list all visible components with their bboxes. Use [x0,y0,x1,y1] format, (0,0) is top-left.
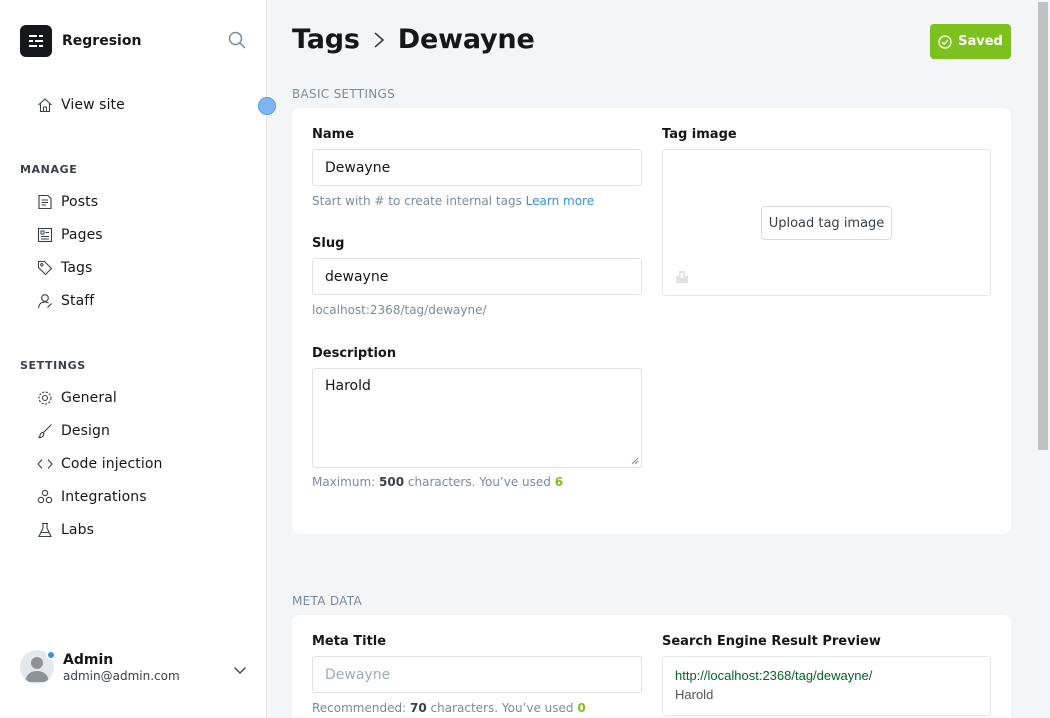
meta-hint-mid: characters. You’ve used [430,701,574,715]
tag-icon [36,259,54,277]
brand-name: Regresion [62,33,142,49]
pages-icon [36,226,54,244]
serp-url: http://localhost:2368/tag/dewayne/ [675,668,873,683]
name-label: Name [312,127,355,142]
slug-url: localhost:2368/tag/dewayne/ [312,303,487,317]
desc-used-count: 6 [554,475,564,489]
description-label: Description [312,346,397,361]
user-name: Admin [63,651,114,668]
posts-icon [36,193,54,211]
check-circle-icon [938,34,952,49]
sidebar-item-integrations[interactable]: Integrations [36,488,147,506]
sidebar-item-label: Tags [61,260,93,276]
serp-description: Harold [675,687,714,702]
meta-data-label: META DATA [292,594,362,608]
sidebar-item-label: Labs [61,522,94,538]
description-value: Harold [325,378,371,394]
sidebar-item-label: View site [61,97,125,113]
brush-icon [36,422,54,440]
meta-hint-prefix: Recommended: [312,701,407,715]
chevron-right-icon [372,31,386,49]
save-button-label: Saved [958,34,1003,49]
name-input[interactable]: Dewayne [312,149,642,186]
flask-icon [36,521,54,539]
sidebar-item-design[interactable]: Design [36,422,110,440]
tag-image-label: Tag image [662,127,737,142]
breadcrumb-tags-link[interactable]: Tags [292,24,360,55]
sidebar-item-labs[interactable]: Labs [36,521,94,539]
save-button[interactable]: Saved [930,24,1011,59]
sidebar-item-general[interactable]: General [36,389,117,407]
meta-title-label: Meta Title [312,634,387,649]
upload-tag-image-button[interactable]: Upload tag image [761,206,892,240]
sidebar-item-pages[interactable]: Pages [36,226,103,244]
sidebar-item-label: Code injection [61,456,163,472]
sidebar-item-label: Pages [61,227,103,243]
sidebar-item-label: Staff [61,293,95,309]
brand-logo-icon [20,25,52,57]
desc-hint-prefix: Maximum: [312,475,376,489]
tag-image-dropzone[interactable]: Upload tag image [662,149,991,296]
scrollbar[interactable] [1036,0,1050,718]
sidebar-item-label: Posts [61,194,99,210]
home-icon [36,96,54,114]
description-hint: Maximum: 500 characters. You’ve used 6 [312,475,563,489]
main-content: Tags Dewayne Saved BASIC SETTINGS Name D… [268,0,1036,718]
sidebar-item-label: Design [61,423,110,439]
sidebar-item-code-injection[interactable]: Code injection [36,455,162,473]
staff-icon [36,292,54,310]
sidebar-item-tags[interactable]: Tags [36,259,92,277]
notification-dot [46,650,56,660]
scrollbar-thumb[interactable] [1038,2,1048,450]
sidebar-item-staff[interactable]: Staff [36,292,94,310]
meta-used-count: 0 [577,701,586,715]
page-title: Dewayne [397,24,535,55]
serp-preview: http://localhost:2368/tag/dewayne/ Harol… [662,656,991,716]
resize-handle-icon[interactable] [631,457,639,465]
search-icon[interactable] [228,31,248,51]
desc-max: 500 [379,475,405,489]
meta-title-input[interactable]: Dewayne [312,656,642,693]
sidebar-item-posts[interactable]: Posts [36,193,98,211]
meta-max: 70 [409,701,427,715]
breadcrumb: Tags Dewayne [292,24,535,55]
sidebar-item-label: General [61,390,117,406]
serp-preview-label: Search Engine Result Preview [662,634,881,649]
sidebar: Regresion View site MANAGE Posts Pages T… [0,0,276,718]
slug-input[interactable]: dewayne [312,258,642,295]
meta-title-hint: Recommended: 70 characters. You’ve used … [312,701,586,715]
learn-more-link[interactable]: Learn more [526,194,594,208]
integrations-icon [36,488,54,506]
basic-settings-label: BASIC SETTINGS [292,87,396,101]
meta-data-card: Meta Title Dewayne Recommended: 70 chara… [292,615,1011,718]
gear-icon [36,389,54,407]
chevron-down-icon[interactable] [233,662,247,676]
user-menu[interactable]: Admin admin@admin.com [20,650,250,684]
name-hint: Start with # to create internal tags Lea… [312,194,594,208]
code-icon [36,455,54,473]
manage-section-label: MANAGE [20,163,78,176]
basic-settings-card: Name Dewayne Start with # to create inte… [292,108,1011,534]
description-textarea[interactable]: Harold [312,368,642,468]
image-icon [676,271,688,283]
name-hint-text: Start with # to create internal tags [312,194,522,208]
slug-label: Slug [312,236,345,251]
user-email: admin@admin.com [63,668,180,683]
sidebar-item-label: Integrations [61,489,147,505]
desc-hint-mid: characters. You’ve used [407,475,551,489]
brand[interactable]: Regresion [20,25,141,57]
settings-section-label: SETTINGS [20,359,86,372]
sidebar-item-view-site[interactable]: View site [36,96,125,114]
